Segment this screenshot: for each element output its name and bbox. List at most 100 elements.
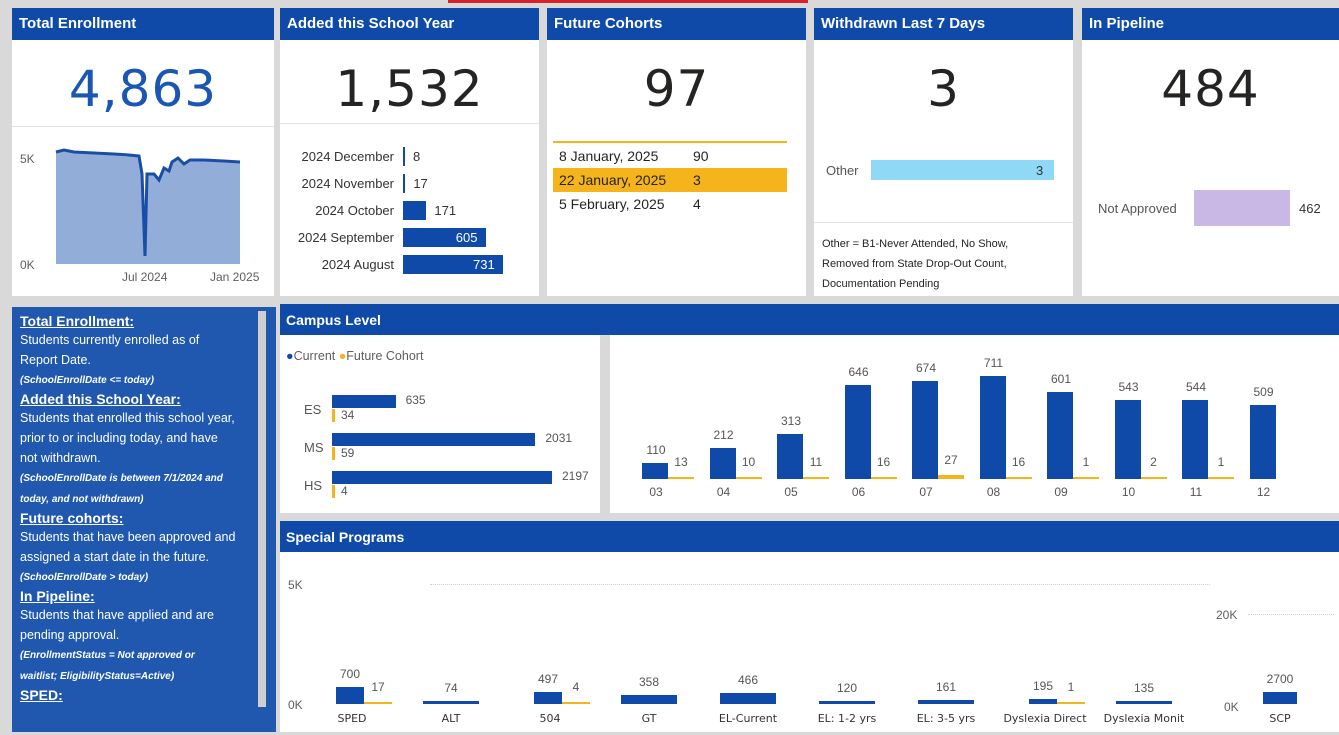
withdrawn-note: Other = B1-Never Attended, No Show, Remo…: [822, 234, 1008, 294]
month-label: 2024 September: [297, 230, 394, 245]
program-future-bar[interactable]: [364, 702, 392, 704]
table-row[interactable]: 8 January, 2025 90: [553, 144, 787, 168]
grade-label: 07: [919, 485, 933, 499]
enrollment-trend-chart[interactable]: [54, 146, 254, 266]
month-value: 8: [413, 149, 421, 164]
grade-future-bar[interactable]: [1005, 476, 1032, 479]
card-title: In Pipeline: [1082, 8, 1339, 40]
program-bar[interactable]: [534, 692, 562, 704]
program-bar[interactable]: [1116, 700, 1172, 704]
current-bar[interactable]: [332, 471, 552, 484]
grade-future-bar[interactable]: [668, 477, 694, 479]
current-value: 2031: [545, 431, 573, 445]
table-row[interactable]: 22 January, 2025 3: [553, 168, 787, 192]
current-bar[interactable]: [332, 395, 396, 408]
in-pipeline-card[interactable]: In Pipeline 484 Not Approved 462: [1082, 8, 1339, 296]
future-bar[interactable]: [332, 447, 335, 460]
future-bar[interactable]: [332, 409, 335, 422]
gridline: [1248, 614, 1334, 615]
grade-future-bar[interactable]: [1073, 477, 1099, 479]
grade-future-value: 1: [1082, 455, 1090, 469]
definition-title: In Pipeline:: [20, 588, 95, 604]
definition-formula: (SchoolEnrollDate <= today): [20, 375, 154, 386]
grade-bar[interactable]: [1182, 400, 1208, 479]
month-bar[interactable]: [403, 147, 405, 166]
grade-bar[interactable]: [1249, 405, 1276, 479]
month-label: 2024 November: [301, 176, 395, 191]
definition-text: Students currently enrolled as of: [20, 333, 200, 347]
program-bar[interactable]: [918, 700, 974, 704]
current-bar[interactable]: [332, 433, 536, 446]
grade-current-value: 313: [780, 413, 802, 428]
program-bar[interactable]: [621, 695, 677, 704]
grade-bar[interactable]: [642, 463, 668, 479]
grade-bar[interactable]: [912, 381, 938, 479]
grade-bar[interactable]: [709, 448, 736, 479]
cohort-date: 22 January, 2025: [559, 172, 667, 188]
future-bar[interactable]: [332, 485, 335, 498]
program-label: EL: 1-2 yrs: [817, 712, 877, 725]
grade-future-bar[interactable]: [735, 477, 762, 479]
grade-future-bar[interactable]: [938, 475, 964, 479]
program-value: 358: [638, 675, 660, 690]
grade-bar[interactable]: [844, 385, 871, 479]
month-bar[interactable]: [403, 174, 406, 193]
program-future-bar[interactable]: [562, 702, 590, 704]
total-enrollment-card[interactable]: Total Enrollment 4,863 5K 0K Jul 2024 Ja…: [12, 8, 274, 296]
program-bar[interactable]: [819, 701, 875, 704]
y-axis-top-label: 5K: [20, 152, 35, 166]
grade-future-bar[interactable]: [1140, 477, 1167, 479]
grade-level-panel[interactable]: 110 13 03 212 10 04 313 11 05 646 16 06 674 27 07 711 16…: [610, 335, 1339, 513]
grade-future-value: 1: [1217, 455, 1225, 469]
program-value: 497: [537, 672, 559, 687]
y-axis-bottom-label: 0K: [20, 258, 35, 272]
program-label: Dyslexia Direct: [1003, 712, 1087, 725]
month-label: 2024 October: [315, 203, 394, 218]
current-value: 635: [405, 393, 426, 407]
withdrawn-bar-label: Other: [826, 163, 859, 178]
definitions-panel[interactable]: Total Enrollment: Students currently enro…: [12, 307, 276, 732]
program-label: EL-Current: [718, 712, 778, 725]
special-programs-panel[interactable]: 5K 0K 20K 0K 700 17 SPED 74 ALT 497 4 504 358 GT 4…: [280, 552, 1339, 732]
added-this-year-card[interactable]: Added this School Year 1,532 2024 Decemb…: [280, 8, 539, 296]
grade-label: 09: [1054, 485, 1068, 499]
program-bar[interactable]: [1029, 699, 1057, 704]
campus-level-bars-panel[interactable]: ●Current ●Future Cohort ES 635 34 MS 2031 59 H…: [280, 335, 600, 513]
legend-future: Future Cohort: [346, 349, 424, 363]
month-value: 171: [434, 203, 457, 218]
grade-current-value: 509: [1253, 385, 1274, 400]
program-bar[interactable]: [1263, 692, 1297, 704]
table-row[interactable]: 5 February, 2025 4: [553, 192, 787, 216]
grade-current-value: 711: [983, 356, 1004, 370]
pipeline-bar[interactable]: [1194, 190, 1290, 226]
grade-bar[interactable]: [1114, 400, 1141, 479]
definition-title: Future cohorts:: [20, 510, 124, 526]
program-future-bar[interactable]: [1057, 702, 1085, 704]
program-value: 700: [339, 667, 361, 682]
card-title: Withdrawn Last 7 Days: [814, 8, 1073, 40]
grade-current-value: 601: [1050, 371, 1072, 386]
grade-bar[interactable]: [1047, 391, 1073, 479]
grade-bar[interactable]: [777, 433, 803, 479]
chart-legend: ●Current ●Future Cohort: [286, 349, 424, 363]
month-bar[interactable]: [403, 201, 427, 220]
month-label: 2024 August: [321, 257, 394, 272]
special-programs-header: Special Programs: [280, 521, 1339, 552]
definition-text: Students that have applied and are: [20, 608, 214, 622]
program-bar[interactable]: [423, 701, 479, 704]
cohort-date: 8 January, 2025: [559, 148, 659, 164]
grade-bar[interactable]: [979, 376, 1006, 479]
program-bar[interactable]: [720, 692, 776, 704]
definitions-scrollbar[interactable]: [258, 311, 266, 707]
top-accent: [448, 0, 808, 3]
x-axis-label: Jul 2024: [122, 270, 168, 284]
withdrawn-card[interactable]: Withdrawn Last 7 Days 3 Other 3 Other = …: [814, 8, 1073, 296]
future-value: 59: [341, 446, 355, 460]
grade-future-bar[interactable]: [803, 477, 829, 479]
grade-future-bar[interactable]: [1208, 477, 1234, 479]
program-bar[interactable]: [336, 687, 364, 704]
future-cohorts-card[interactable]: Future Cohorts 97 8 January, 2025 90 22 Ja…: [547, 8, 806, 296]
note-line: Other = B1-Never Attended, No Show,: [822, 238, 1009, 250]
grade-future-bar[interactable]: [870, 476, 897, 479]
withdrawn-bar[interactable]: [871, 160, 1054, 180]
